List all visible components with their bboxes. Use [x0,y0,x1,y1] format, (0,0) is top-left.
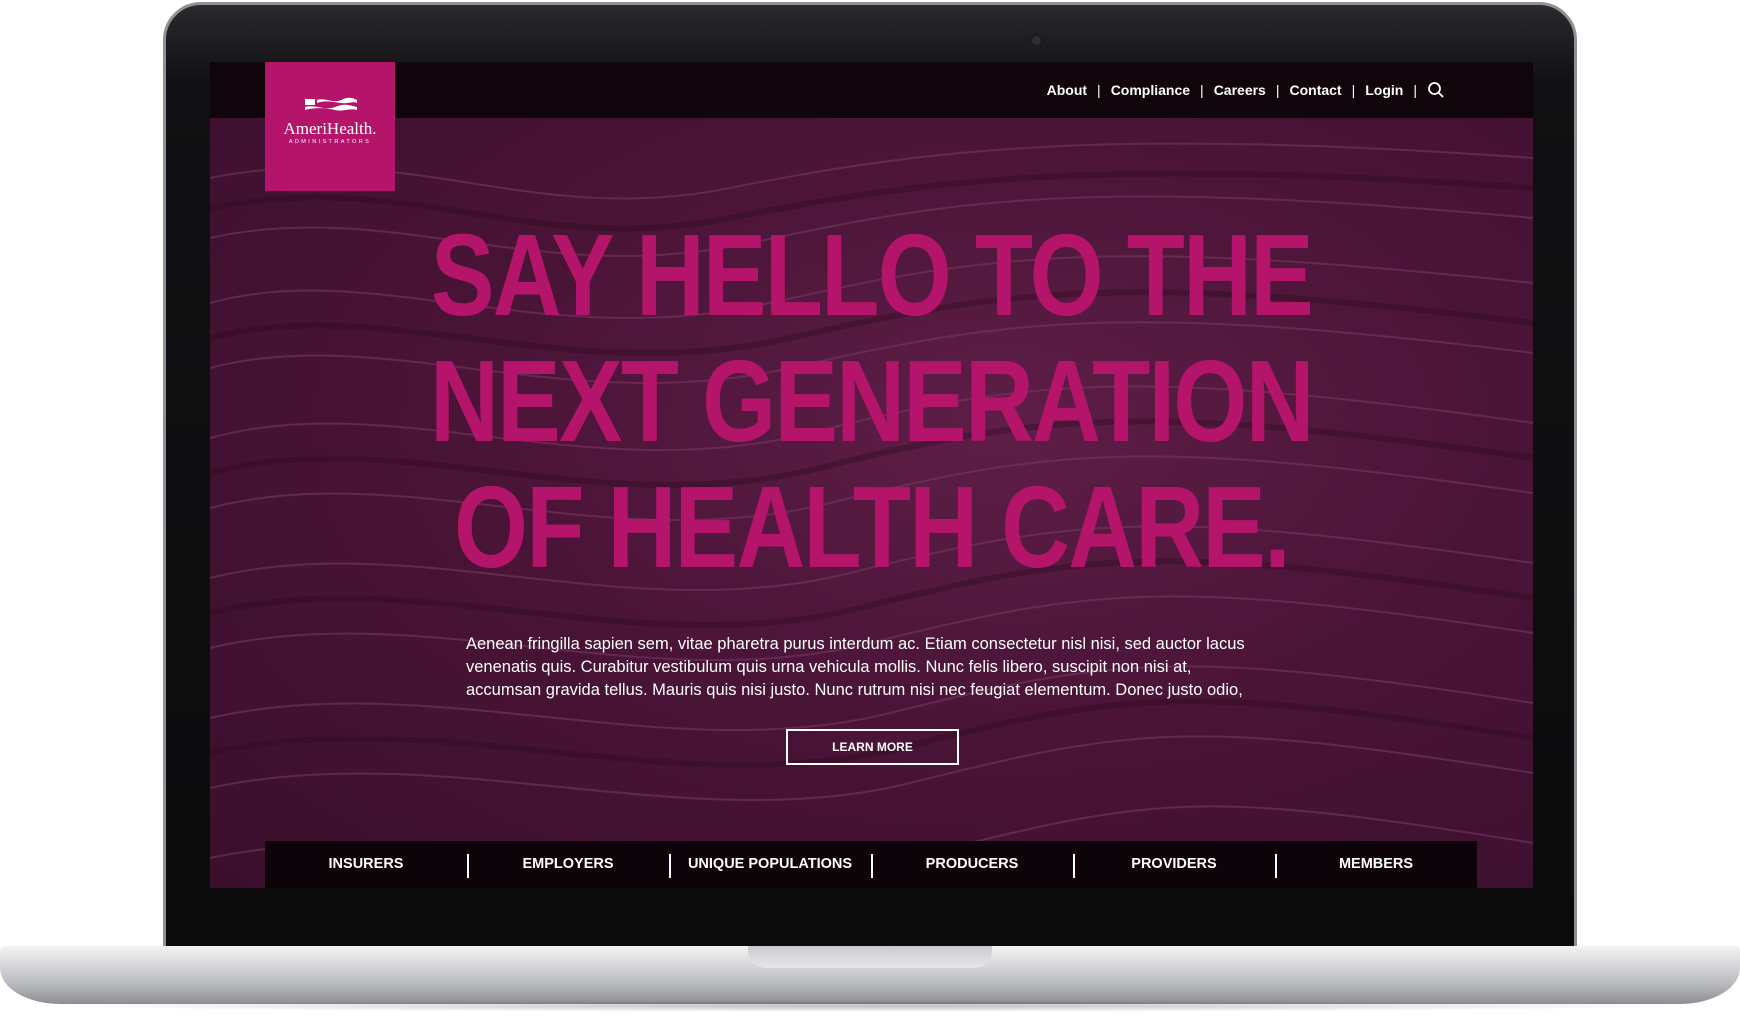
nav-separator: | [1413,82,1417,98]
camera-icon [1032,36,1041,45]
hero-headline: SAY HELLO TO THE NEXT GENERATION OF HEAL… [329,212,1414,590]
nav-careers-link[interactable]: Careers [1204,82,1276,98]
website-screen: AmeriHealth. ADMINISTRATORS About | Comp… [210,62,1533,888]
flag-logo-icon [305,97,357,111]
audience-nav: INSURERS EMPLOYERS UNIQUE POPULATIONS PR… [265,841,1477,888]
brand-logo[interactable]: AmeriHealth. ADMINISTRATORS [265,62,395,191]
audience-producers-link[interactable]: PRODUCERS [871,841,1073,888]
nav-login-link[interactable]: Login [1355,82,1413,98]
laptop-notch [748,946,992,968]
body-line: Aenean fringilla sapien sem, vitae phare… [466,635,1245,653]
audience-members-link[interactable]: MEMBERS [1275,841,1477,888]
audience-employers-link[interactable]: EMPLOYERS [467,841,669,888]
headline-line: OF HEALTH CARE. [454,462,1291,592]
utility-nav: About | Compliance | Careers | Contact |… [1037,80,1445,100]
nav-compliance-link[interactable]: Compliance [1101,82,1200,98]
headline-line: NEXT GENERATION [430,336,1314,466]
audience-unique-populations-link[interactable]: UNIQUE POPULATIONS [669,841,871,888]
nav-contact-link[interactable]: Contact [1279,82,1351,98]
headline-line: SAY HELLO TO THE [430,210,1314,340]
body-line: accumsan gravida tellus. Mauris quis nis… [466,681,1243,699]
audience-providers-link[interactable]: PROVIDERS [1073,841,1275,888]
nav-about-link[interactable]: About [1037,82,1097,98]
laptop-shadow [40,1000,1700,1012]
audience-insurers-link[interactable]: INSURERS [265,841,467,888]
brand-name: AmeriHealth. [283,119,377,138]
search-icon[interactable] [1427,81,1445,99]
learn-more-button[interactable]: LEARN MORE [786,729,959,765]
body-line: venenatis quis. Curabitur vestibulum qui… [466,658,1192,676]
brand-subtitle: ADMINISTRATORS [288,139,372,145]
hero-body-text: Aenean fringilla sapien sem, vitae phare… [466,633,1286,702]
